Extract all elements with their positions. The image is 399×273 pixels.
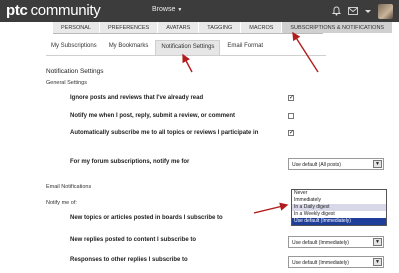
option-use-default[interactable]: Use default (Immediately)	[292, 218, 386, 225]
tab-notification-settings[interactable]: Notification Settings	[155, 40, 221, 55]
new-topics-label: New topics or articles posted in boards …	[70, 215, 223, 221]
forum-notify-select[interactable]: Use default (All posts) ▼	[288, 158, 384, 170]
chevron-down-icon: ▼	[373, 160, 382, 168]
option-daily-digest[interactable]: In a Daily digest	[292, 204, 386, 211]
browse-menu[interactable]: Browse ▼	[152, 6, 182, 13]
subnav-tagging[interactable]: TAGGING	[199, 22, 242, 33]
subnav-avatars[interactable]: AVATARS	[158, 22, 200, 33]
new-replies-value: Use default (Immediately)	[292, 240, 349, 246]
browse-label: Browse	[152, 6, 176, 13]
forum-notify-label: For my forum subscriptions, notify me fo…	[70, 159, 190, 165]
ptc-community-logo[interactable]: ptc community	[6, 2, 101, 19]
ignore-read-label: Ignore posts and reviews that I've alrea…	[70, 95, 204, 101]
top-bar: ptc community Browse ▼	[0, 0, 399, 22]
subnav-macros[interactable]: MACROS	[241, 22, 283, 33]
new-replies-select[interactable]: Use default (Immediately) ▼	[288, 236, 384, 248]
subnav-subscriptions-notifications[interactable]: SUBSCRIPTIONS & NOTIFICATIONS	[282, 22, 394, 33]
subscription-tabs: My Subscriptions My Bookmarks Notificati…	[46, 40, 270, 55]
auto-subscribe-label: Automatically subscribe me to all topics…	[70, 130, 259, 136]
subnav-divider	[53, 33, 323, 34]
arrow-to-subscriptions-tab	[292, 31, 319, 73]
forum-notify-value: Use default (All posts)	[292, 162, 341, 168]
responses-label: Responses to other replies I subscribe t…	[70, 257, 188, 263]
auto-subscribe-checkbox[interactable]: ✓	[288, 130, 294, 136]
chevron-down-icon: ▼	[177, 7, 183, 13]
general-settings-heading: General Settings	[46, 80, 87, 86]
top-icons	[332, 3, 393, 19]
tabs-divider	[46, 55, 326, 56]
responses-value: Use default (Immediately)	[292, 260, 349, 266]
arrow-to-notification-settings-tab	[182, 53, 193, 73]
avatar[interactable]	[378, 3, 393, 19]
chevron-down-icon: ▼	[373, 258, 382, 266]
bell-icon[interactable]	[332, 6, 341, 16]
option-immediately[interactable]: Immediately	[292, 197, 386, 204]
dropdown-caret-icon[interactable]	[365, 9, 371, 14]
option-never[interactable]: Never	[292, 190, 386, 197]
logo-community-text: community	[30, 2, 101, 19]
chevron-down-icon: ▼	[373, 238, 382, 246]
new-topics-dropdown-list[interactable]: Never Immediately In a Daily digest In a…	[291, 189, 387, 226]
new-replies-label: New replies posted to content I subscrib…	[70, 237, 197, 243]
arrow-to-daily-digest-option	[253, 202, 289, 214]
notify-own-post-label: Notify me when I post, reply, submit a r…	[70, 113, 236, 119]
option-weekly-digest[interactable]: In a Weekly digest	[292, 211, 386, 218]
tab-my-subscriptions[interactable]: My Subscriptions	[46, 40, 102, 55]
notify-me-of-label: Notify me of:	[46, 200, 77, 206]
mail-icon[interactable]	[348, 7, 358, 15]
subnav-personal[interactable]: PERSONAL	[53, 22, 100, 33]
tab-email-format[interactable]: Email Format	[222, 40, 268, 55]
tab-my-bookmarks[interactable]: My Bookmarks	[104, 40, 154, 55]
responses-select[interactable]: Use default (Immediately) ▼	[288, 256, 384, 268]
settings-subnav: PERSONAL PREFERENCES AVATARS TAGGING MAC…	[53, 22, 394, 33]
notify-own-post-checkbox[interactable]	[288, 113, 294, 119]
notification-settings-title: Notification Settings	[46, 68, 104, 75]
ignore-read-checkbox[interactable]: ✓	[288, 95, 294, 101]
logo-ptc-text: ptc	[6, 2, 28, 19]
email-notifications-heading: Email Notifications	[46, 184, 92, 190]
subnav-preferences[interactable]: PREFERENCES	[99, 22, 159, 33]
